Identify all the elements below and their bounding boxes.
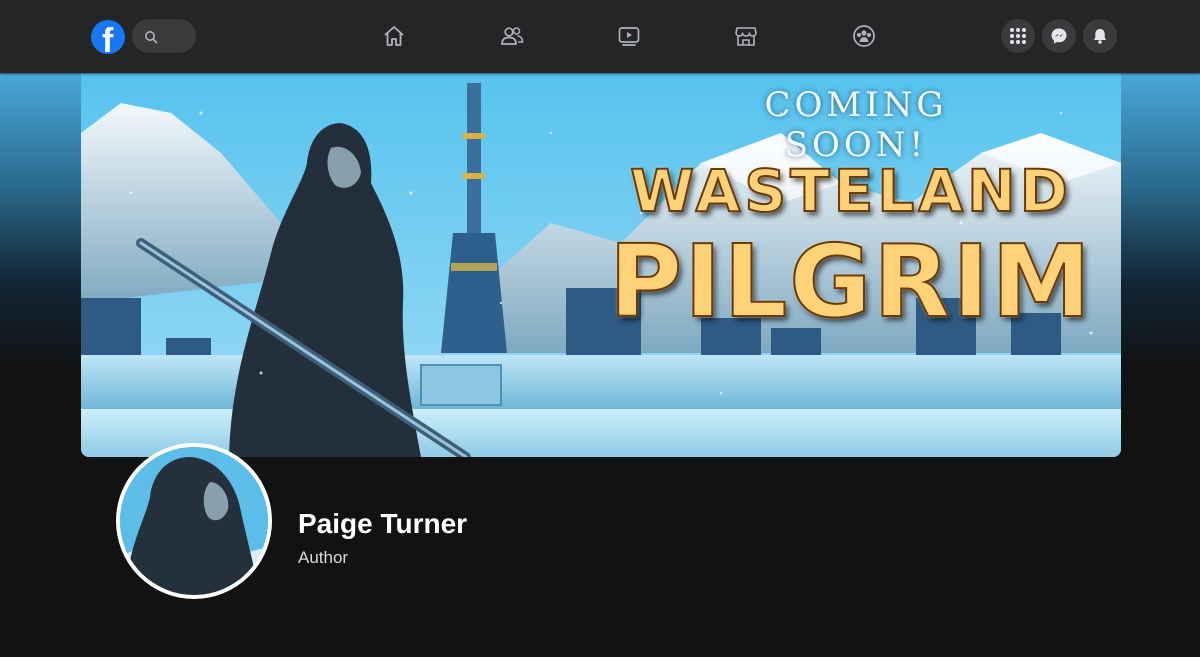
messenger-button[interactable] — [1042, 19, 1076, 53]
groups-icon — [853, 25, 875, 47]
facebook-logo-icon[interactable]: f — [91, 20, 125, 54]
home-icon — [384, 26, 404, 46]
marketplace-icon — [735, 27, 757, 46]
top-navigation-bar: f — [0, 0, 1200, 73]
cover-photo[interactable]: COMING SOON! WASTELAND PILGRIM — [81, 73, 1121, 457]
profile-name: Paige Turner — [298, 508, 468, 539]
menu-grid-icon — [1010, 28, 1026, 44]
avatar-illustration — [120, 447, 268, 595]
menu-button[interactable] — [1001, 19, 1035, 53]
cover-title-line2: PILGRIM — [608, 222, 1094, 341]
nav-marketplace-button[interactable] — [733, 23, 759, 49]
logo-letter: f — [102, 22, 114, 54]
cover-title-line1: WASTELAND — [629, 156, 1072, 226]
notifications-button[interactable] — [1083, 19, 1117, 53]
cover-tagline: COMING SOON! — [764, 85, 948, 165]
nav-watch-button[interactable] — [616, 23, 642, 49]
nav-friends-button[interactable] — [499, 23, 525, 49]
friends-icon — [501, 27, 524, 45]
profile-avatar[interactable] — [116, 443, 272, 599]
profile-subtitle: Author — [298, 548, 349, 567]
nav-home-button[interactable] — [381, 23, 407, 49]
watch-icon — [618, 27, 640, 46]
notifications-icon — [1093, 29, 1107, 44]
nav-groups-button[interactable] — [851, 23, 877, 49]
search-button[interactable] — [132, 19, 196, 53]
search-icon — [145, 31, 158, 44]
messenger-icon — [1051, 28, 1067, 44]
